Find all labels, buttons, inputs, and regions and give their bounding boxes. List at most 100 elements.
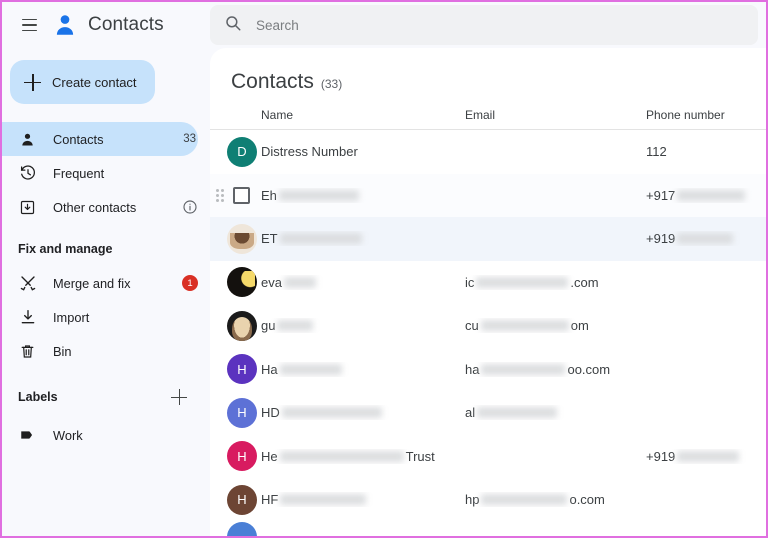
contact-name: eva bbox=[261, 275, 465, 290]
table-row[interactable]: H Ha ha oo.com bbox=[210, 348, 766, 392]
contact-email: ha oo.com bbox=[465, 361, 611, 377]
table-row[interactable]: H HD al bbox=[210, 391, 766, 435]
sidebar-item-label: Frequent bbox=[53, 165, 105, 181]
table-row[interactable]: Eh +917 bbox=[210, 173, 766, 217]
info-icon[interactable] bbox=[182, 199, 198, 215]
avatar: H bbox=[227, 484, 257, 515]
row-lead-cell: D bbox=[210, 136, 261, 167]
avatar-photo bbox=[227, 267, 257, 298]
contacts-heading-text: Contacts bbox=[231, 70, 314, 93]
contact-name: HD bbox=[261, 405, 465, 420]
brand-area: Contacts bbox=[2, 8, 210, 42]
labels-heading: Labels bbox=[2, 368, 210, 418]
contacts-count: 33 bbox=[183, 133, 196, 145]
search-box[interactable] bbox=[210, 5, 758, 45]
create-contact-button[interactable]: Create contact bbox=[10, 60, 155, 104]
contact-phone: +919 bbox=[646, 231, 766, 246]
sidebar-item-label: Bin bbox=[53, 343, 72, 359]
redacted-text bbox=[278, 189, 359, 201]
redacted-text bbox=[677, 450, 740, 462]
redacted-text bbox=[481, 494, 568, 506]
trash-bin-icon bbox=[18, 342, 37, 361]
sidebar-item-contacts[interactable]: Contacts 33 bbox=[2, 122, 198, 156]
redacted-text bbox=[480, 320, 569, 332]
redacted-text bbox=[280, 494, 367, 506]
avatar-photo bbox=[227, 310, 257, 341]
import-box-icon bbox=[18, 198, 37, 217]
contacts-total-count: (33) bbox=[320, 77, 343, 91]
sidebar-item-bin[interactable]: Bin bbox=[2, 334, 198, 368]
sidebar-item-label-work[interactable]: Work bbox=[2, 418, 198, 452]
redacted-text bbox=[281, 407, 382, 419]
column-header-email[interactable]: Email bbox=[465, 108, 646, 122]
sidebar-item-frequent[interactable]: Frequent bbox=[2, 156, 198, 190]
drag-handle-icon[interactable] bbox=[216, 187, 227, 203]
table-row[interactable]: D Distress Number 112 bbox=[210, 130, 766, 174]
person-icon bbox=[18, 130, 37, 149]
app-body: Create contact Contacts 33 Frequent Othe… bbox=[2, 48, 766, 536]
label-tag-icon bbox=[18, 426, 37, 445]
contact-phone: +919 bbox=[646, 449, 766, 464]
create-label-plus-icon[interactable] bbox=[168, 386, 190, 408]
avatar-photo bbox=[227, 223, 257, 254]
section-title: Labels bbox=[18, 390, 58, 404]
table-row[interactable]: ET +919 bbox=[210, 217, 766, 261]
section-title: Fix and manage bbox=[18, 242, 113, 256]
sidebar-item-import[interactable]: Import bbox=[2, 300, 198, 334]
sidebar: Create contact Contacts 33 Frequent Othe… bbox=[2, 48, 210, 536]
hamburger-menu-icon[interactable] bbox=[12, 8, 46, 42]
table-column-headers: Name Email Phone number bbox=[210, 94, 766, 129]
contacts-main-panel: Contacts (33) Name Email Phone number DD… bbox=[210, 48, 766, 536]
download-import-icon bbox=[18, 308, 37, 327]
avatar: H bbox=[227, 397, 257, 428]
column-header-name[interactable]: Name bbox=[261, 108, 465, 122]
contacts-content: Contacts (33) Name Email Phone number DD… bbox=[210, 48, 766, 536]
sidebar-item-label: Merge and fix bbox=[53, 275, 131, 291]
sidebar-item-other-contacts[interactable]: Other contacts bbox=[2, 190, 198, 224]
sidebar-item-label: Contacts bbox=[53, 131, 104, 147]
contact-name: Eh bbox=[261, 188, 465, 203]
plus-icon bbox=[24, 73, 41, 91]
table-row[interactable]: H HF hp o.com bbox=[210, 478, 766, 522]
redacted-text bbox=[477, 407, 558, 419]
contact-name: He Trust bbox=[261, 448, 435, 464]
redacted-text bbox=[279, 450, 404, 462]
contact-email: ic .com bbox=[465, 274, 599, 290]
avatar: H bbox=[227, 441, 257, 472]
contact-phone: +917 bbox=[646, 188, 766, 203]
search-area bbox=[210, 2, 766, 48]
row-lead-cell bbox=[210, 521, 261, 536]
table-row[interactable]: eva ic .com bbox=[210, 261, 766, 305]
contact-name: Distress Number bbox=[261, 144, 358, 160]
column-header-phone[interactable]: Phone number bbox=[646, 108, 766, 122]
avatar bbox=[227, 521, 257, 536]
contact-name: HF bbox=[261, 492, 465, 507]
search-input[interactable] bbox=[256, 17, 744, 33]
avatar: H bbox=[227, 354, 257, 385]
contacts-table: D Distress Number 112 Eh +917 ET +919 eva ic .com… bbox=[210, 129, 766, 536]
table-row[interactable]: gu cu om bbox=[210, 304, 766, 348]
row-lead-cell bbox=[210, 186, 261, 204]
contact-name: ET bbox=[261, 231, 465, 246]
top-bar: Contacts bbox=[2, 2, 766, 48]
contacts-app-window: Contacts Create contact bbox=[0, 0, 768, 538]
merge-tools-icon bbox=[18, 274, 37, 293]
redacted-text bbox=[677, 233, 734, 245]
table-row[interactable]: H He Trust +919 bbox=[210, 435, 766, 479]
row-lead-cell bbox=[210, 223, 261, 254]
contact-name: Ha bbox=[261, 362, 465, 377]
sidebar-item-merge-and-fix[interactable]: Merge and fix 1 bbox=[2, 266, 198, 300]
row-lead-cell bbox=[210, 310, 261, 341]
redacted-text bbox=[283, 276, 316, 288]
table-row[interactable] bbox=[210, 521, 766, 536]
contact-email: hp o.com bbox=[465, 492, 605, 508]
row-checkbox[interactable] bbox=[233, 186, 250, 204]
contact-phone: 112 bbox=[646, 144, 667, 160]
sidebar-item-label: Import bbox=[53, 309, 90, 325]
redacted-text bbox=[279, 233, 362, 245]
contact-name: gu bbox=[261, 318, 465, 333]
row-lead-cell: H bbox=[210, 484, 261, 515]
redacted-text bbox=[279, 363, 342, 375]
row-lead-cell bbox=[210, 267, 261, 298]
contact-email: al bbox=[465, 405, 646, 420]
